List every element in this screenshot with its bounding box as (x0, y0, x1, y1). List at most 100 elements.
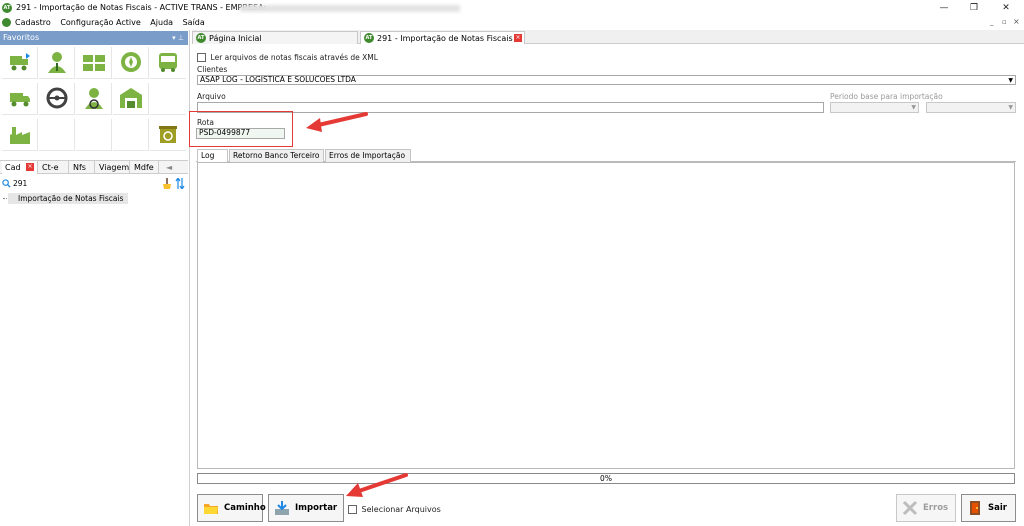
fav-warehouse[interactable] (113, 83, 149, 115)
fav-factory[interactable] (2, 119, 38, 151)
xml-checkbox[interactable] (197, 53, 206, 62)
tab-importacao[interactable]: AT 291 - Importação de Notas Fiscais × (360, 31, 525, 44)
annotation-arrow-icon-2 (346, 473, 408, 497)
importar-label: Importar (295, 503, 338, 513)
favorites-grid (2, 47, 188, 155)
selecionar-label: Selecionar Arquivos (361, 505, 441, 514)
window-title: 291 - Importação de Notas Fiscais - ACTI… (16, 3, 267, 12)
import-icon (275, 501, 289, 515)
document-tabs: AT Página Inicial AT 291 - Importação de… (192, 30, 1024, 44)
close-tab-icon[interactable]: × (514, 34, 522, 42)
tab-mdfe[interactable]: Mdfe (131, 161, 159, 174)
steering-wheel-icon (46, 87, 68, 109)
tab-importacao-label: 291 - Importação de Notas Fiscais (377, 34, 513, 43)
arquivo-label: Arquivo (197, 92, 226, 101)
menu-logo-icon (2, 18, 11, 27)
favorites-header: Favoritos ▾ ⊥ (0, 31, 188, 45)
fav-empty-3 (76, 119, 112, 151)
periodo-select-end[interactable]: ▼ (926, 102, 1016, 113)
clientes-select[interactable]: ASAP LOG - LOGISTICA E SOLUCOES LTDA ▼ (197, 75, 1016, 85)
close-button[interactable]: ✕ (992, 0, 1020, 16)
left-bottom-tabs: Cad × Ct-e Nfs Viagem Mdfe ◄ (0, 160, 188, 174)
tab-nfs[interactable]: Nfs (70, 161, 95, 174)
clientes-value: ASAP LOG - LOGISTICA E SOLUCOES LTDA (200, 75, 356, 84)
factory-icon (10, 127, 30, 144)
search-row: 291 (2, 178, 188, 190)
fav-delivery-truck[interactable] (2, 83, 38, 115)
blurred-company-name (240, 5, 460, 12)
selecionar-checkbox[interactable] (348, 505, 357, 514)
periodo-label: Periodo base para importação (830, 92, 943, 101)
fav-wheel[interactable] (113, 47, 149, 79)
mdi-minimize-button[interactable]: _ (990, 18, 994, 26)
periodo-select-start[interactable]: ▼ (830, 102, 919, 113)
sort-icon (175, 178, 185, 189)
tab-retorno-banco[interactable]: Retorno Banco Terceiro (229, 149, 324, 162)
pin-icon[interactable]: ▾ ⊥ (172, 31, 184, 45)
menu-saida[interactable]: Saída (183, 18, 205, 27)
erros-label: Erros (923, 503, 949, 513)
importar-button[interactable]: Importar (268, 494, 344, 522)
rota-label: Rota (197, 118, 214, 127)
fav-steering-wheel[interactable] (39, 83, 75, 115)
tab-cad[interactable]: Cad × (2, 161, 38, 174)
tree-item[interactable]: Importação de Notas Fiscais (8, 193, 128, 204)
menu-cadastro[interactable]: Cadastro (15, 18, 51, 27)
caminho-button[interactable]: Caminho (197, 494, 266, 522)
tab-pagina-inicial[interactable]: AT Página Inicial (192, 31, 358, 44)
fav-bus[interactable] (150, 47, 186, 79)
clientes-label: Clientes (197, 65, 228, 74)
tab-cad-label: Cad (5, 163, 21, 172)
broom-icon (163, 178, 171, 189)
progress-text: 0% (600, 474, 612, 483)
erros-button[interactable]: Erros (896, 494, 956, 522)
recycle-icon (159, 126, 177, 143)
tab-cte[interactable]: Ct-e (39, 161, 69, 174)
app-logo: AT (2, 3, 12, 13)
menu-ajuda[interactable]: Ajuda (150, 18, 173, 27)
search-input[interactable]: 291 (13, 179, 27, 188)
warehouse-icon (120, 88, 142, 108)
bus-icon (159, 53, 177, 72)
folder-icon (204, 504, 218, 514)
title-bar: AT 291 - Importação de Notas Fiscais - A… (0, 0, 1024, 16)
chevron-down-icon: ▼ (911, 104, 916, 111)
user-icon (48, 52, 66, 73)
truck-add-icon (10, 53, 30, 71)
minimize-button[interactable]: — (930, 0, 958, 16)
wheel-icon (121, 52, 141, 72)
close-tab-icon[interactable]: × (26, 163, 34, 171)
sair-button[interactable]: Sair (961, 494, 1016, 522)
tab-erros-importacao[interactable]: Erros de Importação (325, 149, 411, 162)
log-area[interactable] (197, 162, 1015, 469)
fav-driver[interactable] (76, 83, 112, 115)
fav-empty-2 (39, 119, 75, 151)
fav-empty (150, 83, 186, 115)
fav-user[interactable] (39, 47, 75, 79)
fleet-icon (83, 55, 105, 71)
mdi-restore-button[interactable]: ▫ (1002, 18, 1007, 26)
annotation-arrow-icon (306, 112, 368, 132)
xml-checkbox-row[interactable]: Ler arquivos de notas fiscais através de… (197, 53, 378, 62)
fav-recycle[interactable] (150, 119, 186, 151)
mdi-close-button[interactable]: × (1013, 17, 1020, 26)
fav-empty-4 (113, 119, 149, 151)
search-icon (2, 179, 11, 188)
progress-bar: 0% (197, 473, 1015, 484)
restore-button[interactable]: ❐ (960, 0, 988, 16)
tab-pagina-inicial-label: Página Inicial (209, 34, 262, 43)
tab-scroll-left-icon[interactable]: ◄ (163, 161, 177, 174)
fav-truck-add[interactable] (2, 47, 38, 79)
selecionar-row[interactable]: Selecionar Arquivos (348, 505, 441, 514)
inner-tabs: Log Retorno Banco Terceiro Erros de Impo… (196, 149, 1016, 162)
tab-viagem[interactable]: Viagem (96, 161, 130, 174)
menu-bar: Cadastro Configuração Active Ajuda Saída… (0, 16, 1024, 30)
error-x-icon (902, 500, 918, 516)
delivery-truck-icon (10, 93, 30, 107)
chevron-down-icon: ▼ (1008, 104, 1013, 111)
rota-input[interactable]: PSD-0499877 (196, 128, 285, 139)
tab-log[interactable]: Log (197, 149, 228, 162)
menu-configuracao[interactable]: Configuração Active (60, 18, 140, 27)
caminho-label: Caminho (224, 503, 266, 513)
fav-fleet[interactable] (76, 47, 112, 79)
